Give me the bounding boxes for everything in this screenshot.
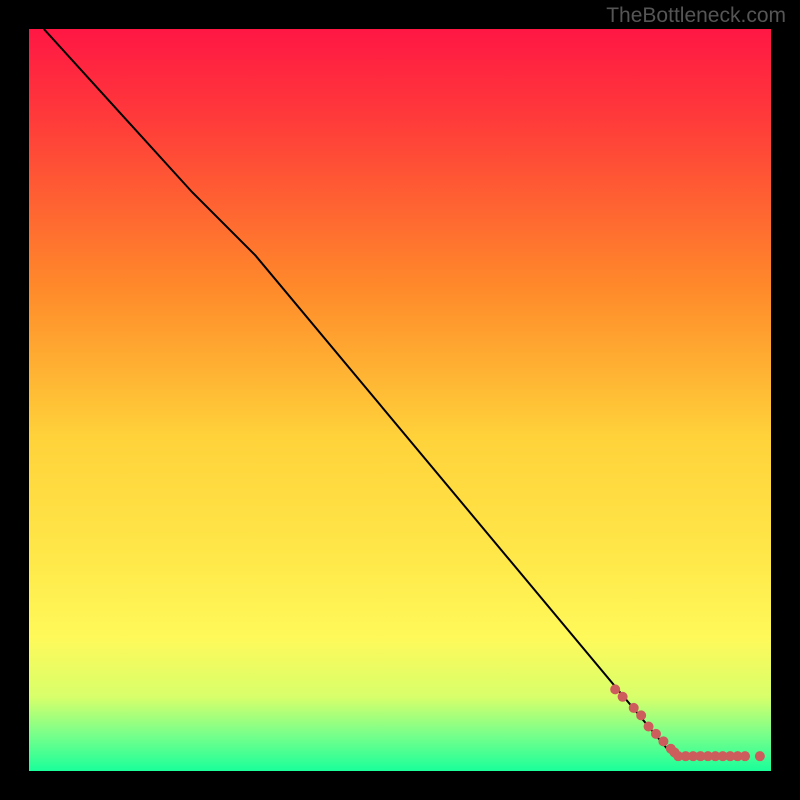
- data-marker: [644, 721, 654, 731]
- data-marker: [658, 736, 668, 746]
- gradient-background: [29, 29, 771, 771]
- data-marker: [610, 684, 620, 694]
- data-marker: [755, 751, 765, 761]
- data-marker: [629, 703, 639, 713]
- plot-area: [29, 29, 771, 771]
- data-marker: [636, 710, 646, 720]
- data-marker: [618, 692, 628, 702]
- chart-container: TheBottleneck.com: [0, 0, 800, 800]
- data-marker: [651, 729, 661, 739]
- data-marker: [740, 751, 750, 761]
- attribution-label: TheBottleneck.com: [606, 4, 786, 28]
- chart-svg: [29, 29, 771, 771]
